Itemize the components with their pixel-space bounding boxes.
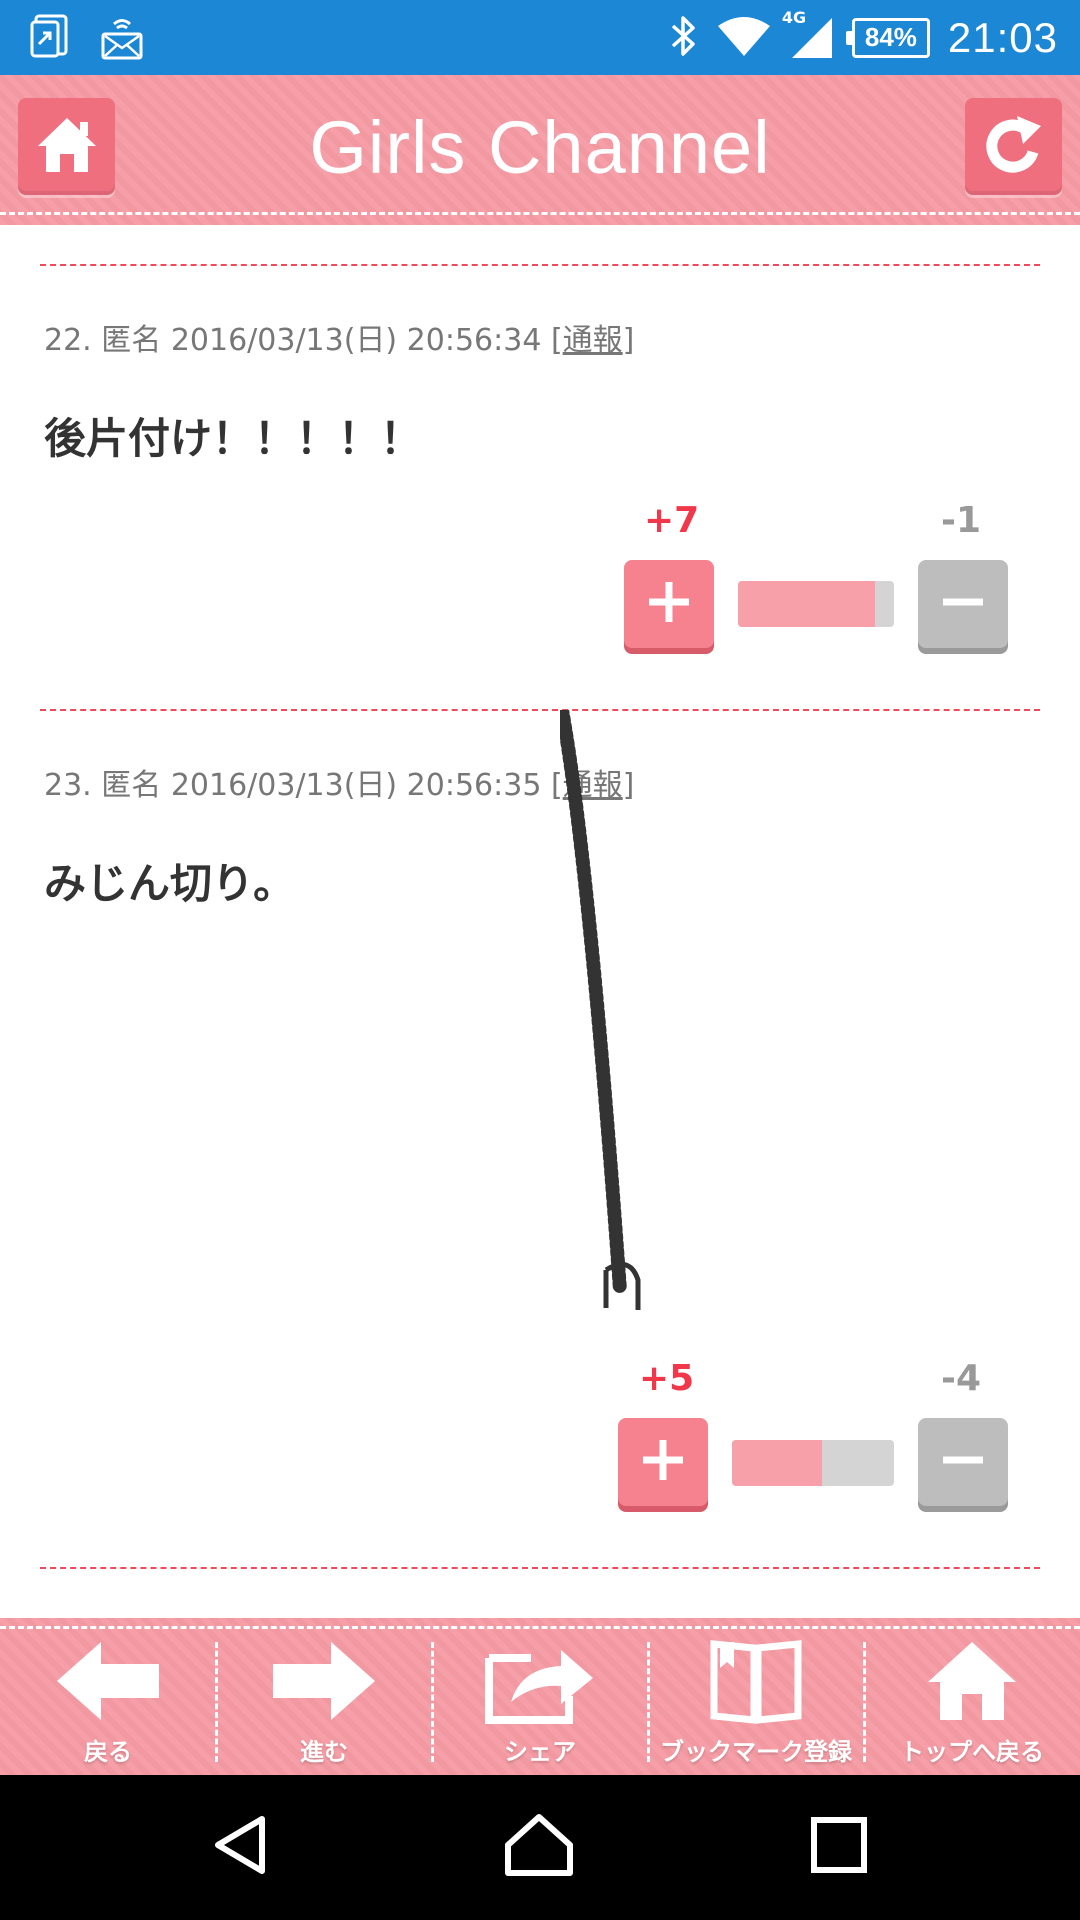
home-nav-button[interactable] <box>489 1797 589 1897</box>
toolbar-label: シェア <box>504 1738 576 1766</box>
bottom-toolbar: 戻る 進む シェア ブックマーク登録 トップへ戻る <box>0 1618 1080 1775</box>
bookmark-icon <box>706 1638 806 1728</box>
comment-divider <box>40 1567 1040 1569</box>
plus-vote-button[interactable] <box>618 1418 708 1506</box>
share-icon <box>481 1638 599 1728</box>
system-nav-bar <box>0 1775 1080 1920</box>
toolbar-label: ブックマーク登録 <box>660 1738 852 1766</box>
bookmark-toolbar-button[interactable]: ブックマーク登録 <box>648 1638 864 1773</box>
vote-ratio-fill <box>732 1440 823 1486</box>
plus-count: +5 <box>639 1358 695 1399</box>
report-bracket-open: [ <box>550 768 563 803</box>
vote-ratio-fill <box>738 581 875 627</box>
vote-ratio-bar <box>732 1440 894 1486</box>
signal-icon: 4G <box>782 8 834 62</box>
back-nav-button[interactable] <box>192 1797 292 1897</box>
status-bar: 4G 84% 21:03 <box>0 0 1080 75</box>
toolbar-label: 進む <box>300 1738 348 1766</box>
app-header: Girls Channel <box>0 75 1080 225</box>
home-icon <box>504 1813 574 1881</box>
clock: 21:03 <box>947 13 1058 61</box>
app-title: Girls Channel <box>309 106 771 189</box>
report-link[interactable]: 通報 <box>563 768 623 803</box>
back-icon <box>210 1813 274 1881</box>
toolbar-label: 戻る <box>84 1738 132 1766</box>
report-link[interactable]: 通報 <box>563 323 623 358</box>
minus-count: -1 <box>941 500 981 541</box>
comment-number: 22. <box>44 323 92 358</box>
plus-count: +7 <box>644 500 700 541</box>
network-type-label: 4G <box>781 7 807 27</box>
report-bracket-close: ] <box>622 768 635 803</box>
forward-toolbar-button[interactable]: 進む <box>216 1638 432 1773</box>
comment-author: 匿名 <box>101 323 162 358</box>
vote-ratio-bar <box>738 581 894 627</box>
comment-body: 後片付け！！！！！ <box>44 414 423 463</box>
top-toolbar-button[interactable]: トップへ戻る <box>864 1638 1080 1773</box>
comment-datetime: 2016/03/13(日) 20:56:35 <box>170 768 542 803</box>
home-icon <box>924 1638 1020 1728</box>
toolbar-label: トップへ戻る <box>900 1738 1044 1766</box>
minus-icon <box>940 579 986 629</box>
comment-meta: 23. 匿名 2016/03/13(日) 20:56:35 [通報] <box>44 760 634 804</box>
reload-icon <box>981 112 1047 182</box>
wifi-display-icon <box>100 14 144 66</box>
battery-percent: 84% <box>864 22 917 52</box>
comment-divider <box>40 709 1040 711</box>
minus-vote-button[interactable] <box>918 560 1008 648</box>
bluetooth-icon <box>668 14 698 62</box>
report-bracket-close: ] <box>622 323 635 358</box>
arrow-left-icon <box>53 1638 163 1728</box>
comment-divider <box>40 264 1040 266</box>
plus-vote-button[interactable] <box>624 560 714 648</box>
wifi-icon <box>716 14 772 62</box>
comment-body: みじん切り。 <box>44 859 296 908</box>
plus-icon <box>640 1437 686 1487</box>
comment-datetime: 2016/03/13(日) 20:56:34 <box>170 323 542 358</box>
comment-meta: 22. 匿名 2016/03/13(日) 20:56:34 [通報] <box>44 315 634 359</box>
recents-nav-button[interactable] <box>789 1797 889 1897</box>
report-bracket-open: [ <box>550 323 563 358</box>
plus-icon <box>646 579 692 629</box>
minus-icon <box>940 1437 986 1487</box>
arrow-right-icon <box>269 1638 379 1728</box>
minus-count: -4 <box>941 1358 981 1399</box>
back-toolbar-button[interactable]: 戻る <box>0 1638 216 1773</box>
minus-vote-button[interactable] <box>918 1418 1008 1506</box>
comment-number: 23. <box>44 768 92 803</box>
reload-button[interactable] <box>965 98 1062 195</box>
share-toolbar-button[interactable]: シェア <box>432 1638 648 1773</box>
battery-indicator: 84% <box>845 17 930 58</box>
screen-mirror-icon <box>30 14 72 66</box>
recents-icon <box>810 1816 868 1878</box>
comment-author: 匿名 <box>101 768 162 803</box>
